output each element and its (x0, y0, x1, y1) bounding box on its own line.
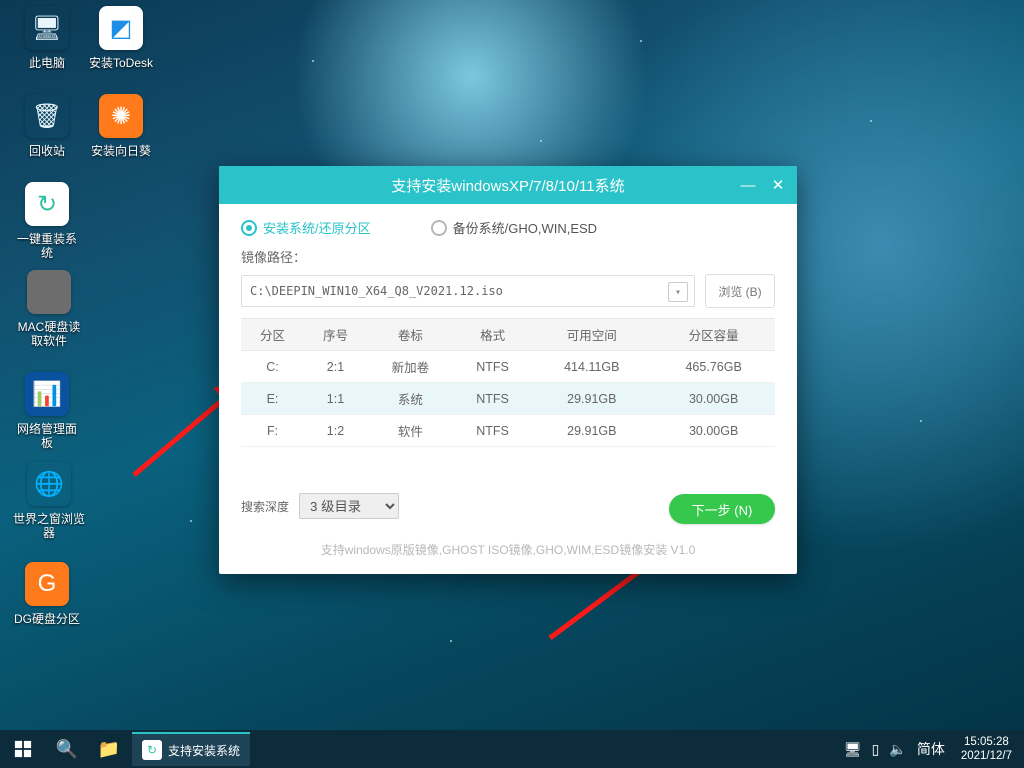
desktop-icon-label: 网络管理面板 (12, 422, 82, 450)
partition-cell: NTFS (454, 383, 532, 415)
todesk-icon: ◩ (99, 6, 143, 50)
partition-cell: C: (241, 351, 304, 383)
partition-row[interactable]: C:2:1新加卷NTFS414.11GB465.76GB (241, 351, 775, 383)
desktop-icon-sunlogin[interactable]: ✺ 安装向日葵 (86, 94, 156, 158)
taskbar-explorer-icon[interactable]: 📁 (88, 730, 130, 768)
mode-install-label: 安装系统/还原分区 (263, 218, 371, 237)
sunlogin-icon: ✺ (99, 94, 143, 138)
partition-cell: 30.00GB (652, 415, 775, 447)
image-path-label: 镜像路径： (241, 247, 775, 266)
search-depth-select[interactable]: 3 级目录 (299, 493, 399, 519)
image-path-combo[interactable]: C:\DEEPIN_WIN10_X64_Q8_V2021.12.iso ▾ (241, 275, 695, 307)
partition-header: 卷标 (367, 319, 454, 351)
partition-header: 格式 (454, 319, 532, 351)
image-path-value: C:\DEEPIN_WIN10_X64_Q8_V2021.12.iso (250, 284, 503, 298)
tray-time: 15:05:28 (961, 735, 1012, 749)
desktop-icon-theworld-browser[interactable]: 🌐 世界之窗浏览器 (12, 462, 86, 540)
theworld-browser-icon: 🌐 (27, 462, 71, 506)
tray-ime[interactable]: 简体 (917, 739, 945, 759)
desktop-icon-label: 安装向日葵 (86, 144, 156, 158)
desktop-icon-reinstall[interactable]: ↻ 一键重装系统 (12, 182, 82, 260)
partition-cell: NTFS (454, 351, 532, 383)
partition-table: 分区序号卷标格式可用空间分区容量 C:2:1新加卷NTFS414.11GB465… (241, 318, 775, 447)
browse-button[interactable]: 浏览 (B) (705, 274, 775, 308)
tray-clock[interactable]: 15:05:28 2021/12/7 (955, 735, 1018, 763)
search-depth-label: 搜索深度 (241, 498, 289, 515)
partition-row[interactable]: F:1:2软件NTFS29.91GB30.00GB (241, 415, 775, 447)
taskbar: 🔍 📁 ↻ 支持安装系统 🖥 ▯ 🔈 简体 15:05:28 2021/12/7 (0, 730, 1024, 768)
radio-dot-icon (241, 220, 257, 236)
window-title: 支持安装windowsXP/7/8/10/11系统 (391, 175, 624, 196)
this-pc-icon: 🖥 (25, 6, 69, 50)
taskbar-app-installer[interactable]: ↻ 支持安装系统 (132, 732, 250, 766)
footer-hint: 支持windows原版镜像,GHOST ISO镜像,GHO,WIM,ESD镜像安… (241, 541, 775, 558)
desktop-icon-label: 回收站 (12, 144, 82, 158)
partition-cell: 29.91GB (531, 415, 652, 447)
partition-cell: 465.76GB (652, 351, 775, 383)
mode-backup-radio[interactable]: 备份系统/GHO,WIN,ESD (431, 218, 597, 237)
partition-cell: 1:2 (304, 415, 367, 447)
mode-install-radio[interactable]: 安装系统/还原分区 (241, 218, 371, 237)
partition-cell: 2:1 (304, 351, 367, 383)
installer-window: 支持安装windowsXP/7/8/10/11系统 — ✕ 安装系统/还原分区 … (219, 166, 797, 574)
desktop-icon-label: 世界之窗浏览器 (12, 512, 86, 540)
taskbar-search-icon[interactable]: 🔍 (46, 730, 88, 768)
desktop-icon-label: 安装ToDesk (86, 56, 156, 70)
desktop-icon-recycle-bin[interactable]: 🗑 回收站 (12, 94, 82, 158)
partition-header: 分区容量 (652, 319, 775, 351)
tray-desktop-icon[interactable]: 🖥 (844, 741, 862, 758)
radio-dot-icon (431, 220, 447, 236)
desktop-icon-this-pc[interactable]: 🖥 此电脑 (12, 6, 82, 70)
partition-cell: 软件 (367, 415, 454, 447)
mac-disk-icon (27, 270, 71, 314)
titlebar: 支持安装windowsXP/7/8/10/11系统 — ✕ (219, 166, 797, 204)
reinstall-icon: ↻ (25, 182, 69, 226)
partition-cell: 29.91GB (531, 383, 652, 415)
desktop: 🖥 此电脑 ◩ 安装ToDesk 🗑 回收站 ✺ 安装向日葵 ↻ 一键重装系统 MAC硬盘读取软件 📊… (0, 0, 1024, 768)
partition-cell: NTFS (454, 415, 532, 447)
partition-cell: 414.11GB (531, 351, 652, 383)
desktop-icon-label: DG硬盘分区 (12, 612, 82, 626)
partition-header: 序号 (304, 319, 367, 351)
desktop-icon-label: 一键重装系统 (12, 232, 82, 260)
desktop-icon-mac-disk[interactable]: MAC硬盘读取软件 (12, 270, 86, 348)
partition-cell: F: (241, 415, 304, 447)
chevron-down-icon[interactable]: ▾ (668, 282, 688, 302)
desktop-icon-label: MAC硬盘读取软件 (12, 320, 86, 348)
diskgenius-icon: G (25, 562, 69, 606)
close-button[interactable]: ✕ (765, 172, 791, 198)
partition-cell: 新加卷 (367, 351, 454, 383)
partition-cell: 1:1 (304, 383, 367, 415)
partition-header: 可用空间 (531, 319, 652, 351)
tray-volume-icon[interactable]: 🔈 (889, 741, 906, 758)
partition-row[interactable]: E:1:1系统NTFS29.91GB30.00GB (241, 383, 775, 415)
desktop-icon-todesk[interactable]: ◩ 安装ToDesk (86, 6, 156, 70)
partition-cell: E: (241, 383, 304, 415)
desktop-icon-label: 此电脑 (12, 56, 82, 70)
desktop-icon-diskgenius[interactable]: G DG硬盘分区 (12, 562, 82, 626)
net-panel-icon: 📊 (25, 372, 69, 416)
partition-header: 分区 (241, 319, 304, 351)
recycle-bin-icon: 🗑 (25, 94, 69, 138)
tray-battery-icon[interactable]: ▯ (872, 741, 880, 758)
mode-backup-label: 备份系统/GHO,WIN,ESD (453, 218, 597, 237)
start-button[interactable] (0, 730, 46, 768)
tray-date: 2021/12/7 (961, 749, 1012, 763)
partition-cell: 30.00GB (652, 383, 775, 415)
taskbar-app-icon: ↻ (142, 740, 162, 760)
desktop-icon-net-panel[interactable]: 📊 网络管理面板 (12, 372, 82, 450)
partition-cell: 系统 (367, 383, 454, 415)
minimize-button[interactable]: — (735, 172, 761, 198)
taskbar-app-label: 支持安装系统 (168, 742, 240, 759)
next-button[interactable]: 下一步 (N) (669, 494, 775, 524)
